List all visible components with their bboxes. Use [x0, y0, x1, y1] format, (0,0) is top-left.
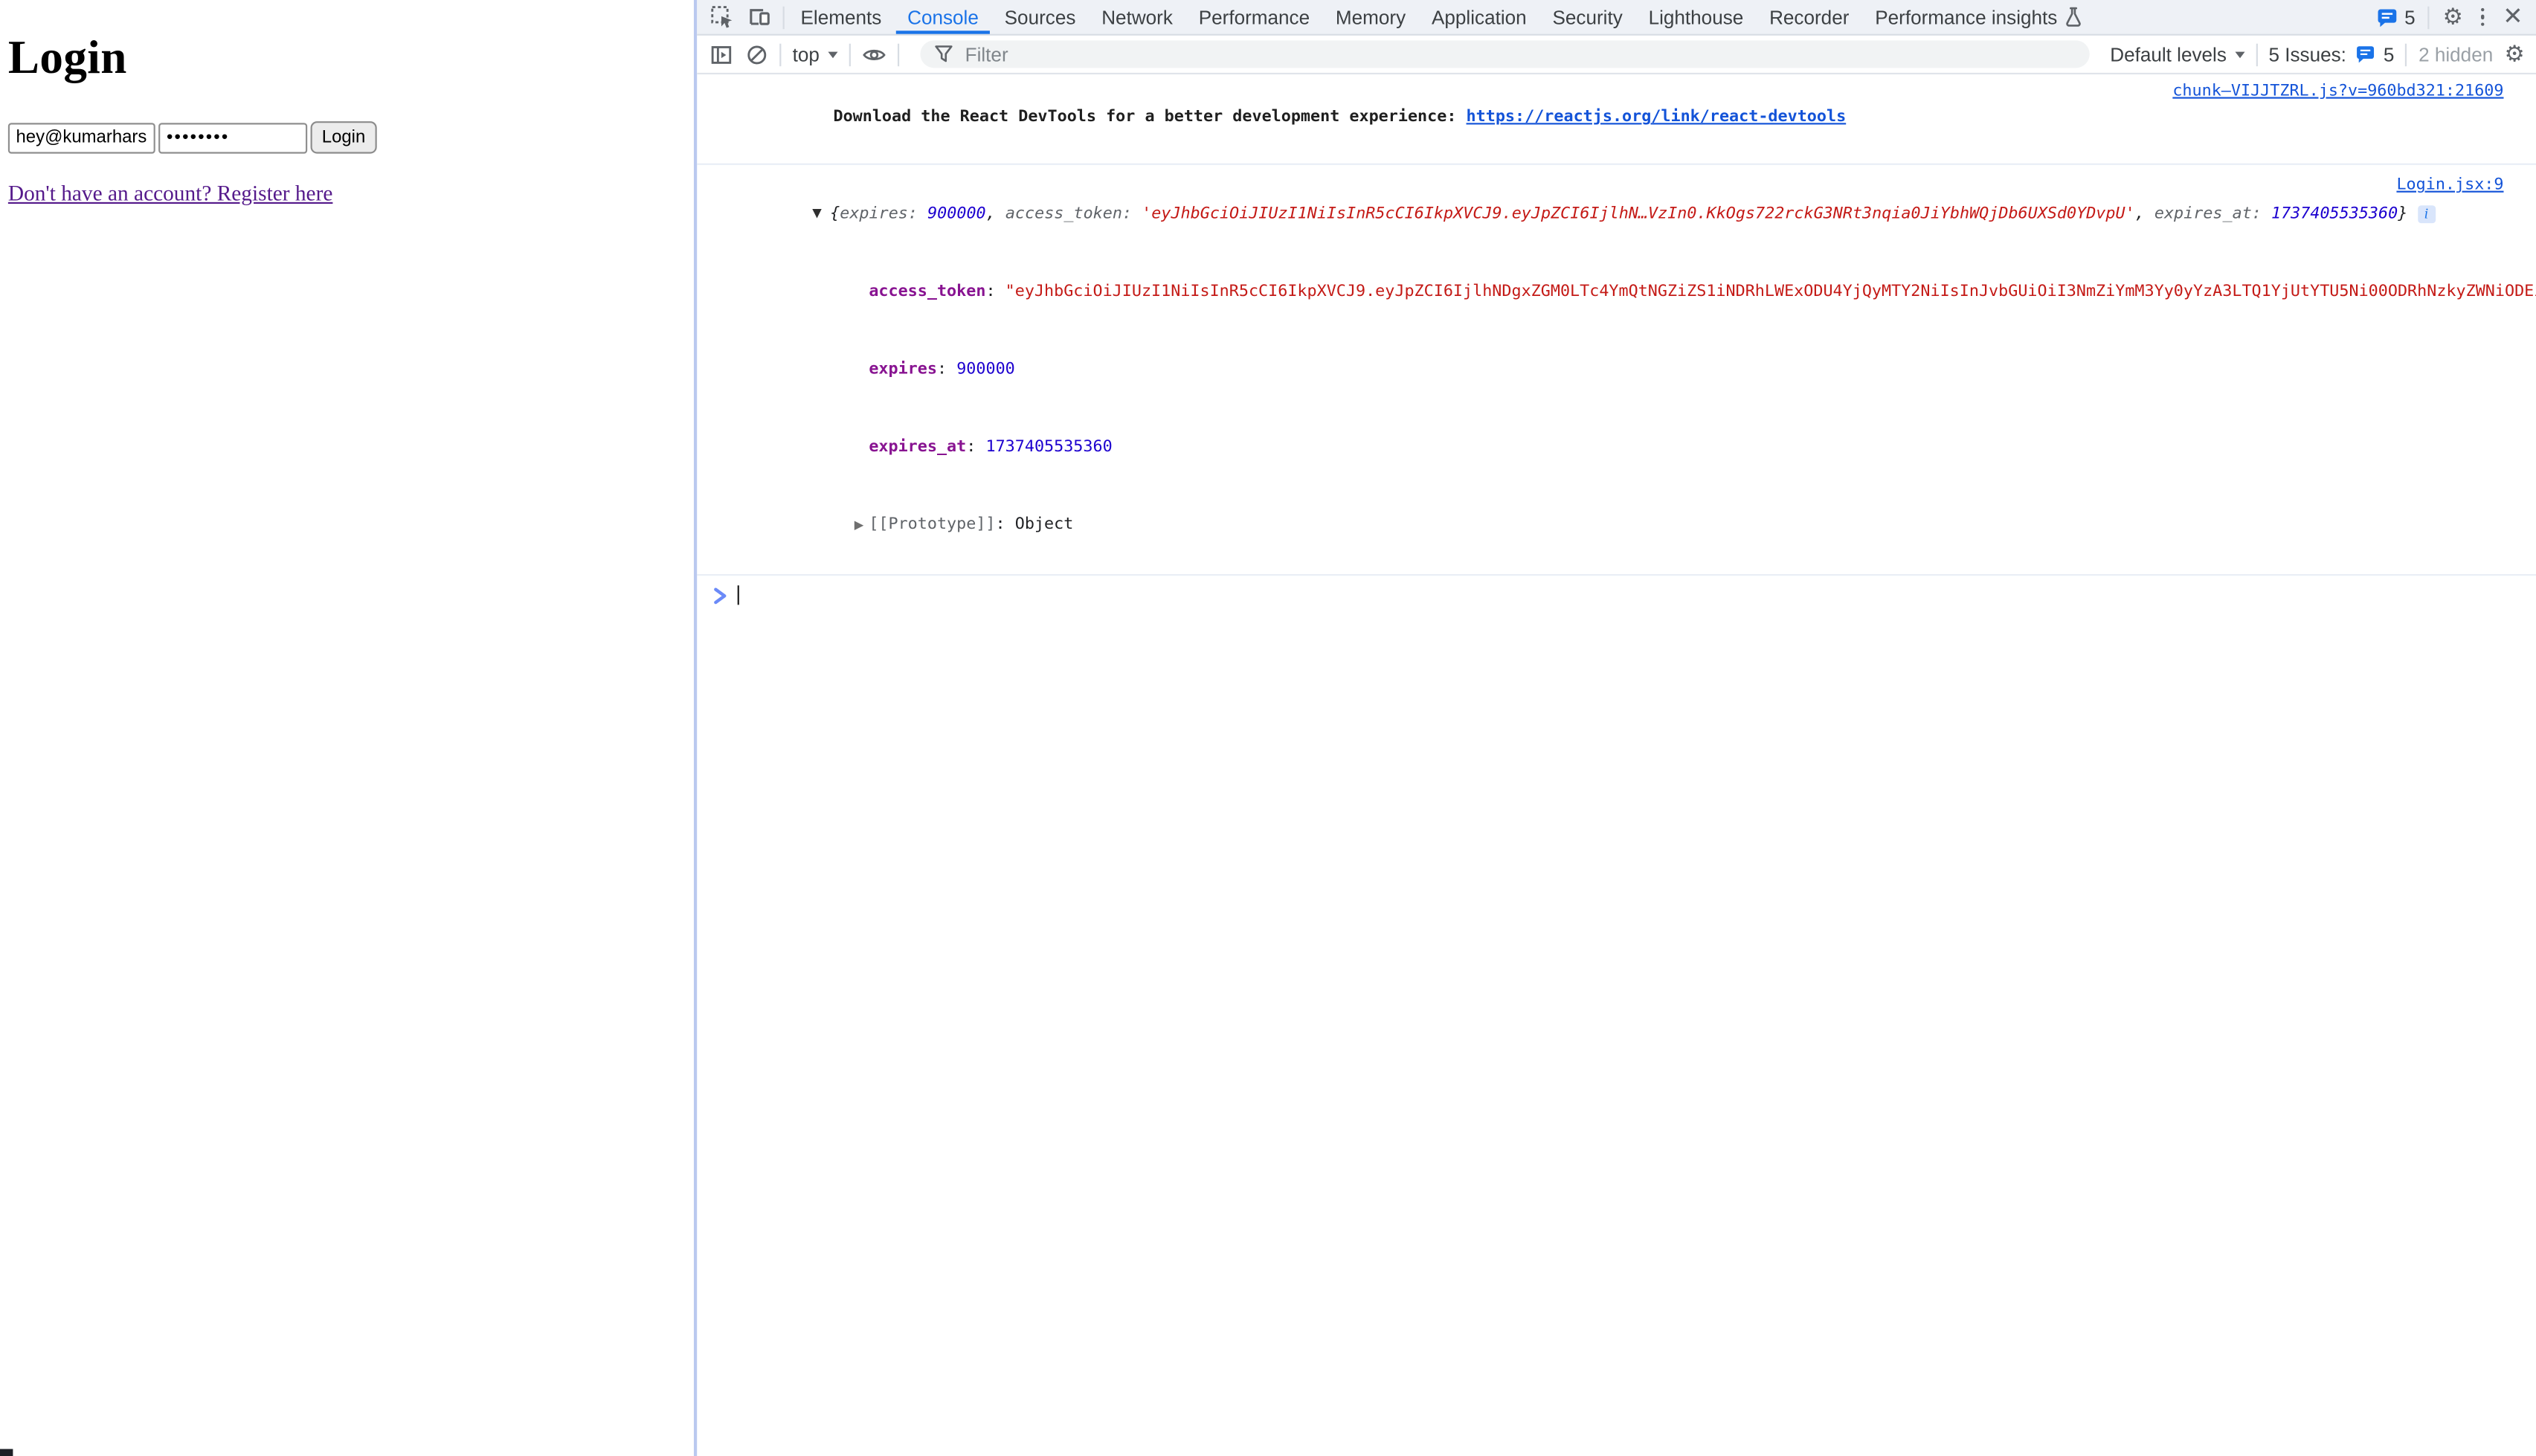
separator — [2406, 43, 2407, 65]
more-options-icon[interactable] — [2476, 7, 2489, 26]
login-form: Login — [8, 121, 694, 153]
tab-performance-insights[interactable]: Performance insights — [1862, 0, 2096, 34]
console-message-react-devtools: Download the React DevTools for a better… — [697, 74, 2536, 165]
live-expression-eye-icon[interactable] — [861, 42, 886, 67]
console-sidebar-icon[interactable] — [709, 42, 733, 67]
object-prototype-row: ▶[[Prototype]]: Object — [697, 487, 2536, 564]
tab-memory[interactable]: Memory — [1323, 0, 1419, 34]
source-location-link[interactable]: chunk–VIJJTZRL.js?v=960bd321:21609 — [2172, 80, 2503, 106]
hidden-messages-label: 2 hidden — [2418, 43, 2493, 65]
expand-triangle-icon[interactable]: ▶ — [855, 512, 869, 538]
chevron-down-icon — [828, 51, 837, 58]
tab-application[interactable]: Application — [1419, 0, 1539, 34]
corner-artifact — [0, 1448, 13, 1456]
issues-counter[interactable]: 5 — [2375, 6, 2416, 28]
tab-network[interactable]: Network — [1089, 0, 1186, 34]
chevron-down-icon — [2235, 51, 2244, 58]
text-caret — [738, 585, 739, 605]
console-settings-icon[interactable]: ⚙ — [2504, 43, 2524, 65]
tab-lighthouse[interactable]: Lighthouse — [1635, 0, 1756, 34]
tab-performance[interactable]: Performance — [1185, 0, 1322, 34]
log-levels-selector[interactable]: Default levels — [2110, 43, 2244, 65]
console-prompt[interactable] — [697, 576, 2536, 605]
object-property-access-token: access_token: "eyJhbGciOiJIUzI1NiIsInR5c… — [697, 254, 2536, 331]
filter-box — [920, 40, 2089, 68]
react-devtools-link[interactable]: https://reactjs.org/link/react-devtools — [1467, 109, 1847, 126]
close-devtools-icon[interactable]: ✕ — [2503, 5, 2523, 30]
tab-recorder[interactable]: Recorder — [1757, 0, 1862, 34]
register-link[interactable]: Don't have an account? Register here — [8, 181, 333, 207]
login-button[interactable]: Login — [311, 121, 377, 153]
page-title: Login — [8, 32, 694, 86]
object-property-expires: expires: 900000 — [697, 332, 2536, 409]
object-preview-line: ▼{expires: 900000, access_token: 'eyJhbG… — [697, 175, 2536, 254]
password-field[interactable] — [158, 122, 307, 152]
clear-console-icon[interactable] — [744, 42, 768, 67]
tab-security[interactable]: Security — [1539, 0, 1635, 34]
separator — [897, 43, 898, 65]
collapse-triangle-icon[interactable]: ▼ — [812, 201, 830, 227]
issues-toolbar-counter[interactable]: 5 Issues: 5 — [2268, 43, 2394, 65]
source-location-link[interactable]: Login.jsx:9 — [2396, 173, 2503, 199]
object-property-expires-at: expires_at: 1737405535360 — [697, 409, 2536, 486]
info-icon[interactable]: i — [2417, 204, 2435, 222]
issues-icon — [2375, 6, 2398, 28]
separator — [2256, 43, 2257, 65]
separator — [779, 43, 781, 65]
devtools-tab-bar: Elements Console Sources Network Perform… — [697, 0, 2536, 36]
separator — [2428, 6, 2430, 28]
context-selector[interactable]: top — [793, 43, 837, 65]
device-toolbar-icon[interactable] — [747, 5, 772, 30]
console-toolbar: top Default levels — [697, 36, 2536, 74]
tab-elements[interactable]: Elements — [788, 0, 895, 34]
settings-gear-icon[interactable]: ⚙ — [2443, 6, 2463, 28]
inspect-element-icon[interactable] — [710, 5, 735, 30]
issues-icon — [2355, 44, 2375, 65]
separator — [783, 6, 785, 28]
browser-viewport: Login Login Don't have an account? Regis… — [0, 0, 2536, 1456]
console-message-text: Download the React DevTools for a better… — [736, 80, 1847, 157]
devtools-panel: Elements Console Sources Network Perform… — [697, 0, 2536, 1456]
filter-input[interactable] — [962, 41, 2074, 67]
devtools-tabs: Elements Console Sources Network Perform… — [788, 0, 2096, 34]
email-field[interactable] — [8, 122, 155, 152]
flask-icon — [2064, 7, 2083, 28]
prompt-chevron-icon — [713, 586, 728, 604]
tab-sources[interactable]: Sources — [991, 0, 1089, 34]
login-page: Login Login Don't have an account? Regis… — [0, 0, 694, 1456]
filter-funnel-icon — [934, 45, 952, 63]
separator — [849, 43, 850, 65]
console-message-object-log: Login.jsx:9 ▼{expires: 900000, access_to… — [697, 165, 2536, 576]
console-output: Download the React DevTools for a better… — [697, 74, 2536, 1456]
tab-console[interactable]: Console — [895, 0, 992, 34]
